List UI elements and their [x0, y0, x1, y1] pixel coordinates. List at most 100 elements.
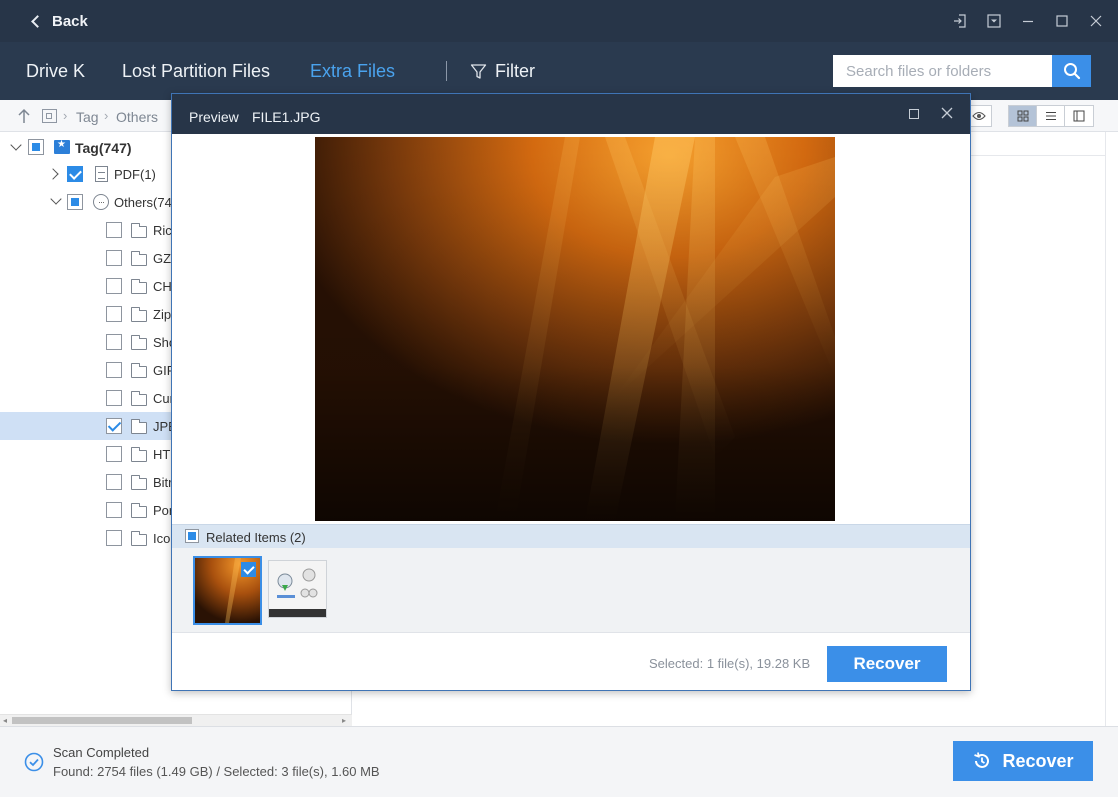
- dialog-footer: Selected: 1 file(s), 19.28 KB Recover: [172, 632, 970, 690]
- others-checkbox[interactable]: [67, 194, 83, 210]
- dialog-file-name: FILE1.JPG: [252, 109, 321, 125]
- tag-checkbox[interactable]: [28, 139, 44, 155]
- dialog-maximize-icon[interactable]: [909, 109, 919, 119]
- tag-folder-icon: [42, 109, 57, 123]
- status-bar: Scan Completed Found: 2754 files (1.49 G…: [0, 726, 1118, 797]
- search-button[interactable]: [1052, 55, 1091, 87]
- breadcrumb-others[interactable]: Others: [116, 109, 158, 125]
- back-button[interactable]: Back: [30, 10, 88, 32]
- filter-icon: [470, 64, 487, 79]
- scrollbar-thumb[interactable]: [12, 717, 192, 724]
- tree-item-label: CH: [153, 279, 172, 294]
- folder-icon: [131, 419, 147, 434]
- minimize-icon[interactable]: [1018, 11, 1038, 31]
- filter-button[interactable]: Filter: [470, 61, 535, 82]
- folder-icon: [131, 391, 147, 406]
- dropdown-menu-icon[interactable]: [984, 11, 1004, 31]
- maximize-icon[interactable]: [1052, 11, 1072, 31]
- up-arrow-icon[interactable]: [17, 108, 31, 124]
- folder-icon: [131, 307, 147, 322]
- breadcrumb-tag[interactable]: Tag: [76, 109, 99, 125]
- folder-checkbox[interactable]: [106, 334, 122, 350]
- dialog-header: Preview FILE1.JPG: [172, 94, 970, 134]
- login-icon[interactable]: [950, 11, 970, 31]
- vertical-scrollbar-track[interactable]: [1105, 132, 1118, 726]
- check-circle-icon: [24, 752, 44, 772]
- folder-checkbox[interactable]: [106, 390, 122, 406]
- folder-checkbox[interactable]: [106, 278, 122, 294]
- folder-checkbox[interactable]: [106, 530, 122, 546]
- folder-checkbox[interactable]: [106, 446, 122, 462]
- chevron-down-icon[interactable]: [10, 139, 22, 151]
- related-items-label: Related Items (2): [206, 530, 306, 545]
- recover-label: Recover: [1002, 750, 1074, 771]
- search-box: [833, 55, 1091, 87]
- breadcrumb-separator: ›: [63, 108, 68, 123]
- dialog-selected-info: Selected: 1 file(s), 19.28 KB: [649, 656, 811, 671]
- folder-icon: [131, 251, 147, 266]
- related-items-bar: Related Items (2): [172, 524, 970, 548]
- folder-icon: [131, 531, 147, 546]
- recover-button[interactable]: Recover: [953, 741, 1093, 781]
- list-icon: [1045, 111, 1056, 121]
- folder-icon: [131, 475, 147, 490]
- related-items-checkbox[interactable]: [185, 529, 199, 543]
- folder-icon: [131, 503, 147, 518]
- chevron-down-icon[interactable]: [50, 193, 62, 205]
- search-icon: [1063, 63, 1080, 80]
- filter-label: Filter: [495, 61, 535, 81]
- tree-item-label: Others(746: [114, 195, 180, 210]
- list-view-button[interactable]: [1037, 106, 1065, 126]
- grid-view-button[interactable]: [1009, 106, 1037, 126]
- tag-icon: [54, 139, 70, 154]
- close-icon[interactable]: [1086, 11, 1106, 31]
- tab-lost-partition-files[interactable]: Lost Partition Files: [122, 61, 270, 82]
- back-label: Back: [52, 12, 88, 30]
- dialog-close-icon[interactable]: [940, 106, 954, 120]
- more-icon: ···: [93, 194, 109, 210]
- search-input[interactable]: [833, 55, 1052, 87]
- title-bar: Back: [0, 0, 1118, 42]
- folder-checkbox[interactable]: [106, 502, 122, 518]
- document-icon: [95, 166, 108, 182]
- folder-checkbox[interactable]: [106, 306, 122, 322]
- folder-checkbox[interactable]: [106, 250, 122, 266]
- scan-status: Scan Completed: [53, 745, 150, 760]
- folder-checkbox[interactable]: [106, 474, 122, 490]
- scan-summary: Found: 2754 files (1.49 GB) / Selected: …: [53, 764, 380, 779]
- tree-item-label: PDF(1): [114, 167, 156, 182]
- scroll-right-icon[interactable]: ▸: [342, 716, 346, 725]
- tree-item-label: Zip: [153, 307, 172, 322]
- related-thumbnails: [172, 548, 970, 632]
- thumbnail-item-selected[interactable]: [193, 556, 262, 625]
- tree-horizontal-scrollbar[interactable]: ◂ ▸: [0, 714, 352, 726]
- preview-dialog: Preview FILE1.JPG Related Items (2) Sele…: [171, 93, 971, 691]
- thumbnail-checkbox[interactable]: [241, 562, 256, 577]
- folder-icon: [131, 279, 147, 294]
- chevron-right-icon[interactable]: [47, 168, 59, 180]
- folder-checkbox[interactable]: [106, 222, 122, 238]
- breadcrumb-separator: ›: [104, 108, 109, 123]
- folder-checkbox[interactable]: [106, 418, 122, 434]
- tree-item-label: Tag(747): [75, 140, 132, 156]
- dialog-recover-button[interactable]: Recover: [827, 646, 947, 682]
- nav-bar: Drive K Lost Partition Files Extra Files…: [0, 42, 1118, 100]
- preview-image: [315, 137, 835, 521]
- folder-icon: [131, 447, 147, 462]
- nav-divider: [446, 61, 447, 81]
- grid-icon: [1017, 110, 1028, 122]
- view-mode-group: [1008, 105, 1094, 127]
- restore-icon: [974, 752, 990, 768]
- tab-drive-k[interactable]: Drive K: [26, 61, 85, 82]
- window-controls: [950, 11, 1106, 31]
- scroll-left-icon[interactable]: ◂: [3, 716, 7, 725]
- tab-extra-files[interactable]: Extra Files: [310, 61, 395, 82]
- dialog-title: Preview: [189, 109, 239, 125]
- eye-icon: [972, 111, 986, 121]
- pdf-checkbox[interactable]: [67, 166, 83, 182]
- folder-icon: [131, 223, 147, 238]
- thumbnail-item[interactable]: [268, 560, 327, 618]
- folder-checkbox[interactable]: [106, 362, 122, 378]
- chevron-left-icon: [31, 14, 44, 28]
- detail-view-button[interactable]: [1065, 106, 1093, 126]
